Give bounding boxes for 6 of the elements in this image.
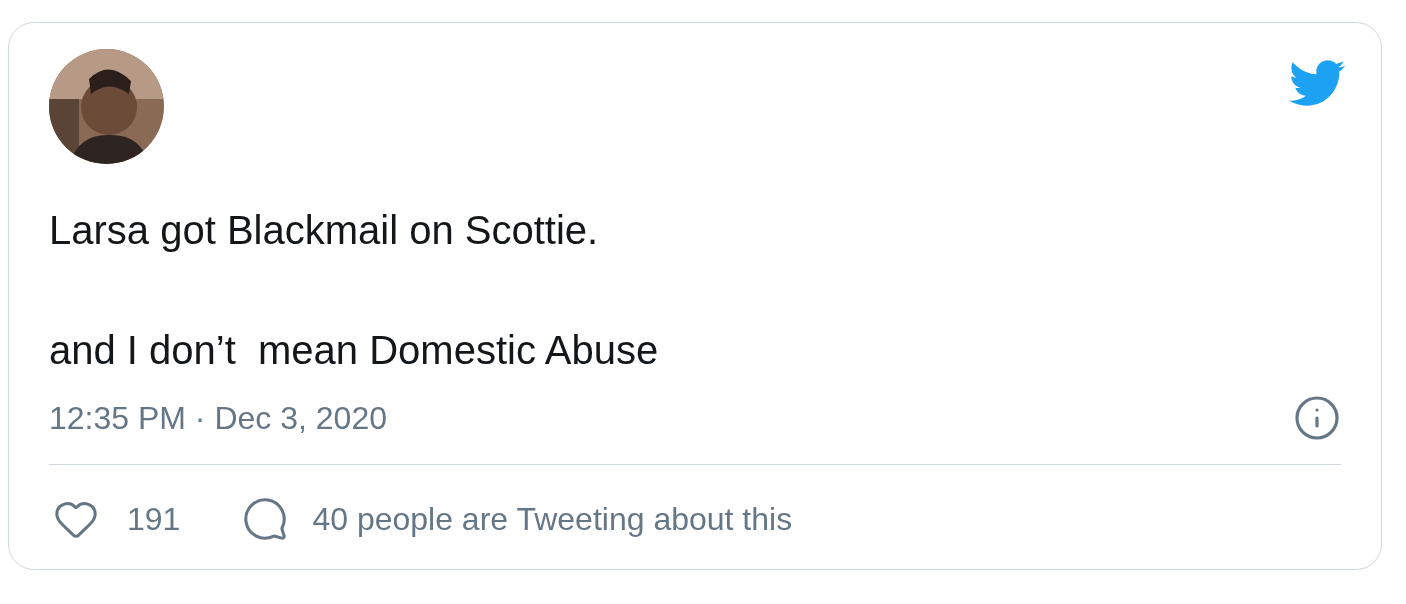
like-count[interactable]: 191 [127,495,181,543]
discussion-link[interactable]: 40 people are Tweeting about this [312,495,793,543]
timestamp[interactable]: 12:35 PM · Dec 3, 2020 [49,394,387,442]
comment-icon[interactable] [242,496,289,542]
tweet-text: Larsa got Blackmail on Scottie. and I don’t mean Domestic Abuse [49,207,660,374]
info-icon[interactable] [1293,394,1341,442]
